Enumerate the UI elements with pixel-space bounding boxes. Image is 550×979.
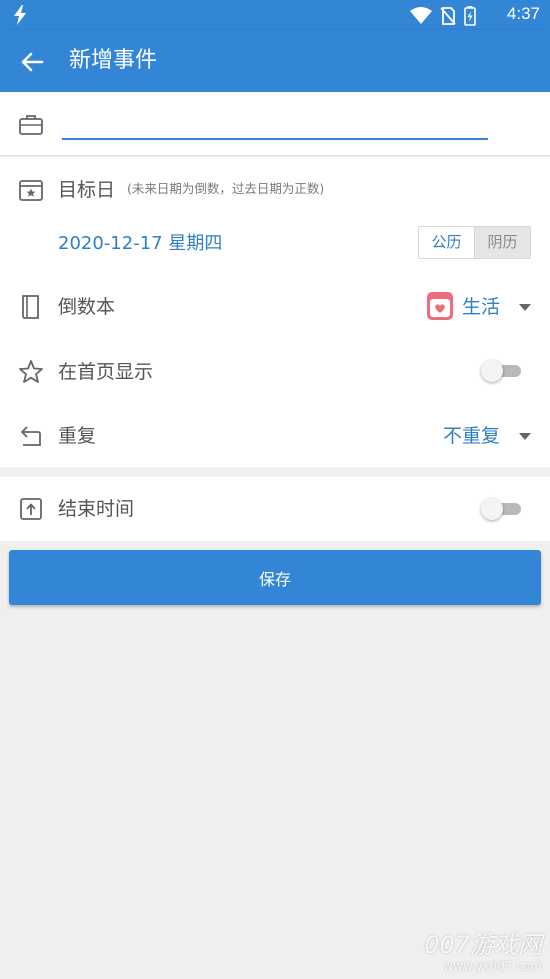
calendar-type-toggle: 公历 阴历	[418, 226, 531, 259]
switch-knob	[481, 498, 503, 520]
repeat-icon	[21, 426, 41, 446]
end-time-label: 结束时间	[58, 498, 135, 520]
status-bar: 4:37	[0, 0, 550, 30]
battery-charging-icon	[464, 6, 476, 26]
options-card: 目标日 (未来日期为倒数，过去日期为正数) 2020-12-17 星期四 公历 …	[0, 157, 550, 467]
event-name-input[interactable]	[62, 108, 488, 140]
calendar-star-icon	[19, 180, 43, 201]
upload-box-icon	[20, 498, 42, 520]
no-sim-icon	[440, 7, 456, 25]
name-card	[0, 92, 550, 156]
countdown-book-dropdown-icon[interactable]	[519, 304, 531, 311]
status-icons	[410, 6, 476, 26]
watermark-url: www.yx007.com	[443, 959, 542, 973]
countdown-book-value[interactable]: 生活	[462, 294, 500, 320]
watermark-main: 007游戏网	[424, 931, 542, 959]
repeat-value[interactable]: 不重复	[443, 423, 500, 449]
show-on-home-label: 在首页显示	[58, 361, 154, 383]
end-time-switch[interactable]	[481, 497, 521, 520]
solar-calendar-option[interactable]: 公历	[419, 227, 474, 258]
lunar-calendar-option[interactable]: 阴历	[474, 227, 530, 258]
repeat-label: 重复	[58, 425, 97, 447]
status-time: 4:37	[506, 4, 540, 23]
countdown-book-label: 倒数本	[58, 296, 116, 318]
show-on-home-switch[interactable]	[481, 359, 521, 382]
app-bar: 新增事件	[0, 30, 550, 92]
briefcase-icon	[19, 115, 43, 135]
star-icon	[19, 360, 43, 383]
book-icon	[22, 295, 39, 319]
target-date-hint: (未来日期为倒数，过去日期为正数)	[127, 181, 325, 196]
target-date-value[interactable]: 2020-12-17 星期四	[58, 231, 222, 257]
repeat-dropdown-icon[interactable]	[519, 433, 531, 440]
flash-icon	[14, 5, 26, 25]
switch-knob	[481, 360, 503, 382]
target-date-label: 目标日	[58, 179, 116, 201]
wifi-icon	[410, 7, 432, 24]
save-button[interactable]: 保存	[9, 550, 541, 605]
arrow-back-icon[interactable]	[18, 48, 46, 76]
watermark: 007游戏网 www.yx007.com	[424, 931, 542, 973]
page-title: 新增事件	[69, 48, 158, 73]
life-book-icon	[427, 292, 453, 320]
end-time-card: 结束时间	[0, 477, 550, 541]
